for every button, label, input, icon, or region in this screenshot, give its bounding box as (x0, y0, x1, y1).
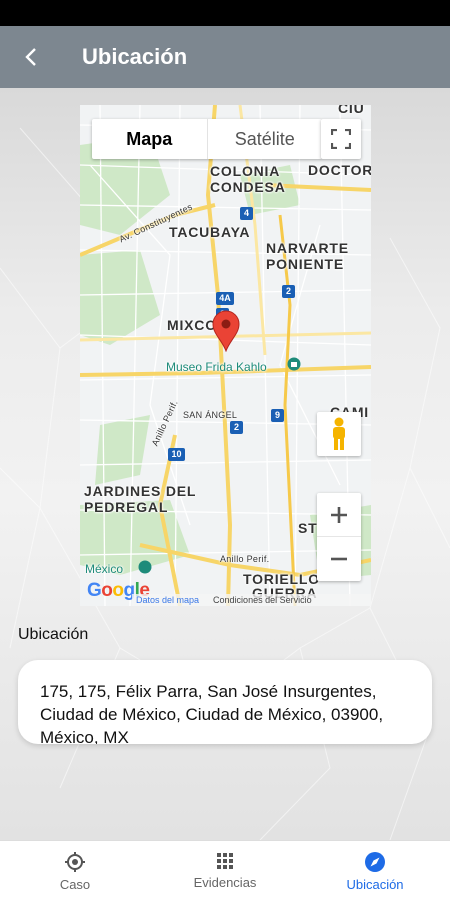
street-view-button[interactable] (317, 412, 361, 456)
map-label-condesa: CONDESA (210, 179, 286, 195)
map-type-selector: Mapa Satélite (92, 119, 322, 159)
app-bar: Ubicación (0, 26, 450, 88)
target-icon (65, 852, 85, 872)
zoom-in-button[interactable] (317, 493, 361, 537)
route-shield-4a: 4A (216, 292, 234, 305)
route-shield-2: 2 (282, 285, 295, 298)
map-label-narvarte: NARVARTE (266, 240, 349, 256)
map-label-tacubaya: TACUBAYA (169, 224, 251, 240)
nav-label-evidencias: Evidencias (193, 875, 257, 890)
minus-icon (331, 557, 347, 561)
status-bar (0, 0, 450, 26)
nav-item-ubicacion[interactable]: Ubicación (300, 841, 450, 900)
map-label-pedregal: PEDREGAL (84, 499, 169, 515)
map-label-doctor: DOCTOR (308, 162, 371, 178)
map-attribution: Datos del mapa Condiciones del Servicio (132, 594, 371, 606)
nav-item-evidencias[interactable]: Evidencias (150, 841, 300, 900)
address-text: 175, 175, Félix Parra, San José Insurgen… (40, 682, 384, 744)
zoom-out-button[interactable] (317, 537, 361, 581)
location-label: Ubicación (18, 626, 89, 643)
grid-icon (217, 853, 233, 869)
museum-icon (287, 357, 301, 371)
map-type-satellite-button[interactable]: Satélite (208, 119, 323, 159)
nav-item-caso[interactable]: Caso (0, 841, 150, 900)
back-button[interactable] (0, 26, 62, 88)
zoom-control (317, 493, 361, 581)
map-label-colonia: COLONIA (210, 163, 281, 179)
page-title: Ubicación (82, 44, 188, 69)
map-label-mexico: México (85, 562, 124, 576)
map-view[interactable]: COLONIA CONDESA DOCTOR TACUBAYA NARVARTE… (80, 105, 371, 606)
location-pin-icon[interactable] (212, 310, 240, 352)
map-label-anillo-perif-2: Anillo Perif. (220, 554, 270, 564)
map-label-st: ST (298, 520, 318, 536)
route-shield-10: 10 (168, 448, 185, 461)
plus-icon (331, 506, 347, 523)
fullscreen-button[interactable] (321, 119, 361, 159)
nav-label-caso: Caso (59, 877, 91, 892)
map-label-san-angel: SAN ÁNGEL (183, 410, 238, 420)
compass-icon (365, 852, 385, 872)
address-field[interactable]: 175, 175, Félix Parra, San José Insurgen… (18, 660, 432, 744)
map-label-poniente: PONIENTE (266, 256, 344, 272)
map-data-link[interactable]: Datos del mapa (136, 594, 199, 606)
place-icon (138, 560, 152, 574)
terms-of-service-link[interactable]: Condiciones del Servicio (213, 594, 312, 606)
route-shield-9: 9 (271, 409, 284, 422)
bottom-navigation: Caso Evidencias Ubicación (0, 840, 450, 900)
fullscreen-icon (331, 129, 351, 149)
map-label-museo-frida-kahlo: Museo Frida Kahlo (166, 360, 267, 374)
map-type-map-button[interactable]: Mapa (92, 119, 208, 159)
chevron-left-icon (25, 48, 36, 66)
map-label-ciu: CIU (338, 105, 365, 116)
route-shield-4: 4 (240, 207, 253, 220)
map-label-jardines-del: JARDINES DEL (84, 483, 197, 499)
nav-label-ubicacion: Ubicación (346, 877, 404, 892)
pegman-icon (333, 417, 345, 450)
route-shield-2c: 2 (230, 421, 243, 434)
